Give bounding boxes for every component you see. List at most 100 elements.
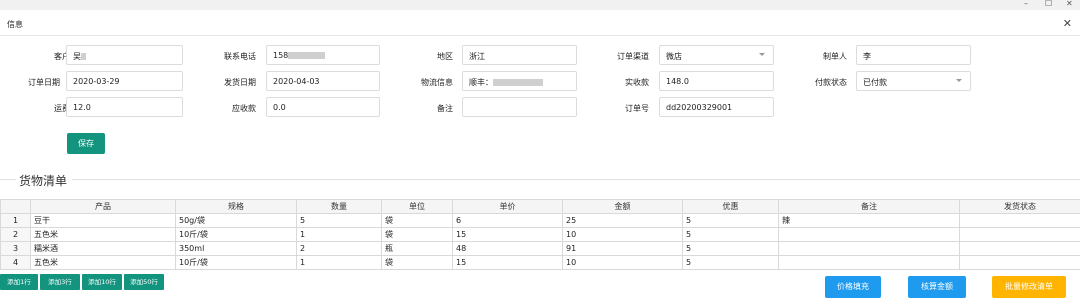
unit-cell[interactable]: 袋 <box>381 227 453 242</box>
order-no-value: dd20200329001 <box>666 103 733 112</box>
maker-value: 李 <box>863 52 871 61</box>
price-cell[interactable]: 15 <box>452 255 563 270</box>
divider <box>0 179 16 180</box>
product-cell[interactable]: 五色米 <box>30 227 176 242</box>
redaction-mask <box>493 79 543 86</box>
ship-status-cell[interactable] <box>959 255 1080 270</box>
product-cell[interactable]: 糯米酒 <box>30 241 176 256</box>
batch-edit-button[interactable]: 批量修改清单 <box>992 276 1066 298</box>
freight-field[interactable]: 12.0 <box>66 97 183 117</box>
order-no-label: 订单号 <box>625 104 649 113</box>
phone-field[interactable]: 158 <box>266 45 380 65</box>
remark-cell[interactable] <box>778 227 960 242</box>
add-1-row-button[interactable]: 添加1行 <box>0 274 38 290</box>
received-value: 148.0 <box>666 77 689 86</box>
pay-status-label: 付款状态 <box>815 78 847 87</box>
ship-date-field[interactable]: 2020-04-03 <box>266 71 380 91</box>
received-field[interactable]: 148.0 <box>659 71 774 91</box>
amount-cell[interactable]: 25 <box>562 213 683 228</box>
remark-field[interactable] <box>462 97 577 117</box>
region-label: 地区 <box>437 52 453 61</box>
column-header[interactable]: 优惠 <box>682 199 779 214</box>
row-number: 4 <box>0 255 31 270</box>
pay-status-select[interactable]: 已付款 <box>856 71 971 91</box>
save-button[interactable]: 保存 <box>67 133 105 154</box>
spec-cell[interactable]: 10斤/袋 <box>175 255 297 270</box>
minimize-icon[interactable]: – <box>1024 0 1028 8</box>
add-10-rows-button[interactable]: 添加10行 <box>82 274 122 290</box>
order-no-field[interactable]: dd20200329001 <box>659 97 774 117</box>
column-header[interactable]: 单价 <box>452 199 563 214</box>
price-cell[interactable]: 6 <box>452 213 563 228</box>
receivable-field[interactable]: 0.0 <box>266 97 380 117</box>
channel-value: 微店 <box>666 52 682 61</box>
channel-select[interactable]: 微店 <box>659 45 774 65</box>
window-close-icon[interactable]: ✕ <box>1066 0 1073 8</box>
column-header[interactable]: 备注 <box>778 199 960 214</box>
phone-label: 联系电话 <box>224 52 256 61</box>
logistics-field[interactable]: 顺丰： <box>462 71 577 91</box>
freight-label: 运费 <box>54 104 70 113</box>
unit-cell[interactable]: 袋 <box>381 255 453 270</box>
add-3-rows-button[interactable]: 添加3行 <box>40 274 80 290</box>
customer-value: 吴 <box>73 52 81 61</box>
goods-section-header: 货物清单 <box>0 170 1080 190</box>
column-header[interactable]: 单位 <box>381 199 453 214</box>
row-number: 1 <box>0 213 31 228</box>
region-value: 浙江 <box>469 52 485 61</box>
maximize-icon[interactable]: ☐ <box>1045 0 1052 8</box>
quantity-cell[interactable]: 2 <box>296 241 382 256</box>
amount-cell[interactable]: 10 <box>562 227 683 242</box>
redaction-mask <box>81 53 86 60</box>
column-header[interactable]: 产品 <box>30 199 176 214</box>
quantity-cell[interactable]: 1 <box>296 255 382 270</box>
order-date-value: 2020-03-29 <box>73 77 120 86</box>
table-row: 4 五色米 10斤/袋 1 袋 15 10 5 <box>0 255 1080 270</box>
amount-cell[interactable]: 10 <box>562 255 683 270</box>
amount-cell[interactable]: 91 <box>562 241 683 256</box>
customer-field[interactable]: 吴 <box>66 45 183 65</box>
quantity-cell[interactable]: 5 <box>296 213 382 228</box>
discount-cell[interactable]: 5 <box>682 241 779 256</box>
channel-label: 订单渠道 <box>617 52 649 61</box>
product-cell[interactable]: 豆干 <box>30 213 176 228</box>
product-cell[interactable]: 五色米 <box>30 255 176 270</box>
spec-cell[interactable]: 50g/袋 <box>175 213 297 228</box>
order-date-field[interactable]: 2020-03-29 <box>66 71 183 91</box>
maker-field[interactable]: 李 <box>856 45 971 65</box>
discount-cell[interactable]: 5 <box>682 255 779 270</box>
remark-cell[interactable]: 辣 <box>778 213 960 228</box>
quantity-cell[interactable]: 1 <box>296 227 382 242</box>
remark-cell[interactable] <box>778 255 960 270</box>
column-header[interactable]: 规格 <box>175 199 297 214</box>
logistics-label: 物流信息 <box>421 78 453 87</box>
discount-cell[interactable]: 5 <box>682 213 779 228</box>
row-number: 2 <box>0 227 31 242</box>
maker-label: 制单人 <box>823 52 847 61</box>
unit-cell[interactable]: 袋 <box>381 213 453 228</box>
price-cell[interactable]: 15 <box>452 227 563 242</box>
pay-status-value: 已付款 <box>863 78 887 87</box>
ship-status-cell[interactable] <box>959 227 1080 242</box>
region-field[interactable]: 浙江 <box>462 45 577 65</box>
dialog-header: 信息 ✕ <box>0 10 1080 36</box>
dialog-close-icon[interactable]: ✕ <box>1063 17 1072 30</box>
divider <box>72 179 1080 180</box>
spec-cell[interactable]: 350ml <box>175 241 297 256</box>
remark-cell[interactable] <box>778 241 960 256</box>
add-50-rows-button[interactable]: 添加50行 <box>124 274 164 290</box>
price-cell[interactable]: 48 <box>452 241 563 256</box>
fill-price-button[interactable]: 价格填充 <box>825 276 881 298</box>
column-header[interactable]: 发货状态 <box>959 199 1080 214</box>
customer-label: 客户 <box>54 52 70 61</box>
unit-cell[interactable]: 瓶 <box>381 241 453 256</box>
ship-status-cell[interactable] <box>959 213 1080 228</box>
discount-cell[interactable]: 5 <box>682 227 779 242</box>
goods-title: 货物清单 <box>19 174 68 188</box>
calc-amount-button[interactable]: 核算金额 <box>908 276 966 298</box>
column-header[interactable]: 金额 <box>562 199 683 214</box>
ship-status-cell[interactable] <box>959 241 1080 256</box>
spec-cell[interactable]: 10斤/袋 <box>175 227 297 242</box>
logistics-value: 顺丰： <box>469 78 493 87</box>
column-header[interactable]: 数量 <box>296 199 382 214</box>
